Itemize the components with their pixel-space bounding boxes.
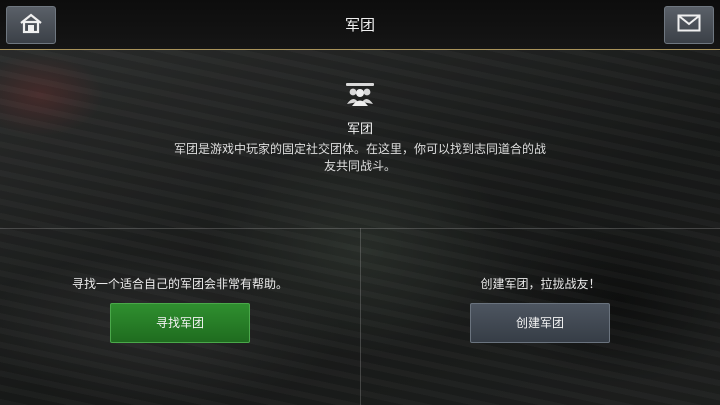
legion-screen: 军团 军团 军团是游戏中玩家的固定社交团体。在这里，你可以找到志同道合的战友共同… [0,0,720,405]
page-title: 军团 [344,16,375,34]
find-legion-text: 寻找一个适合自己的军团会非常有帮助。 [71,277,288,291]
legion-title: 军团 [346,122,373,137]
create-legion-panel: 创建军团，拉拢战友！ 创建军团 [361,229,720,405]
top-bar: 军团 [0,0,720,50]
home-icon [19,12,43,38]
find-legion-button[interactable]: 寻找军团 [110,303,250,343]
legion-description: 军团是游戏中玩家的固定社交团体。在这里，你可以找到志同道合的战友共同战斗。 [173,142,546,173]
legion-group-icon [0,82,720,108]
create-legion-button[interactable]: 创建军团 [470,303,610,343]
home-button[interactable] [6,6,56,44]
legion-info: 军团 军团是游戏中玩家的固定社交团体。在这里，你可以找到志同道合的战友共同战斗。 [0,82,720,175]
find-legion-panel: 寻找一个适合自己的军团会非常有帮助。 寻找军团 [0,229,360,405]
mail-button[interactable] [664,6,714,44]
create-legion-text: 创建军团，拉拢战友！ [480,277,601,291]
mail-icon [677,14,701,36]
